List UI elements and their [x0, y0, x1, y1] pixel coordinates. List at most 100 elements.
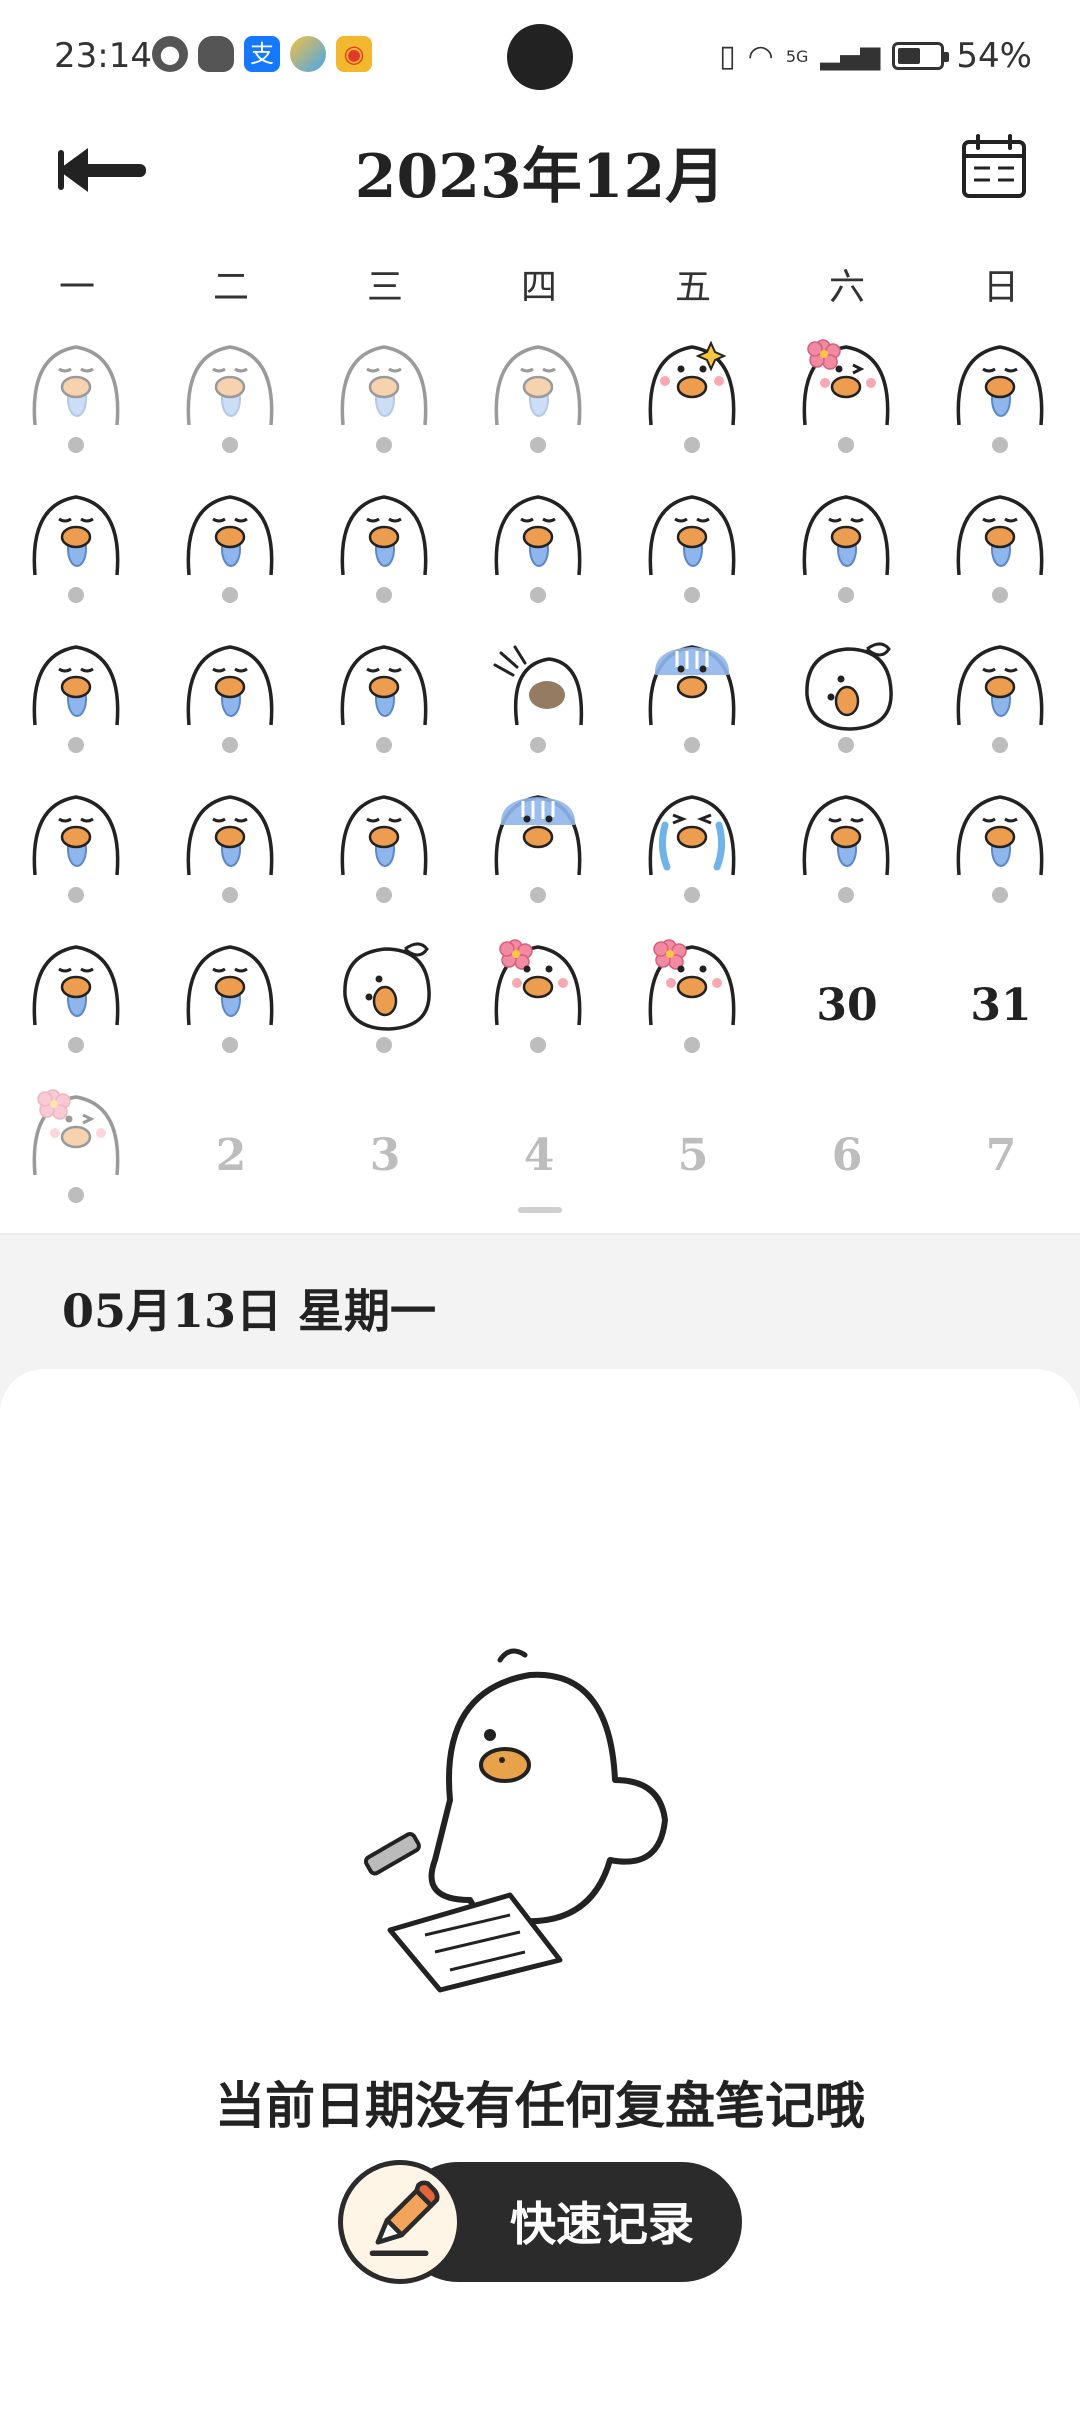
day-marker-dot	[530, 587, 546, 603]
calendar-day[interactable]	[924, 630, 1078, 780]
day-marker-dot	[68, 1187, 84, 1203]
day-marker-dot	[530, 437, 546, 453]
day-marker-dot	[684, 587, 700, 603]
day-marker-dot	[838, 887, 854, 903]
weekday-label: 六	[828, 267, 865, 308]
calendar-day[interactable]	[616, 930, 770, 1080]
calendar-day[interactable]	[0, 630, 154, 780]
calendar-day[interactable]: 30	[770, 930, 924, 1080]
calendar-day[interactable]	[770, 780, 924, 930]
day-marker-dot	[530, 887, 546, 903]
calendar-day[interactable]	[0, 1080, 154, 1230]
day-marker-dot	[376, 587, 392, 603]
wifi-icon: ◠	[747, 38, 774, 74]
calendar-day[interactable]: 3	[308, 1080, 462, 1230]
day-number: 4	[523, 1130, 555, 1181]
day-number: 5	[677, 1130, 709, 1181]
month-title[interactable]: 2023年12月	[0, 128, 1080, 215]
calendar-day[interactable]	[308, 930, 462, 1080]
calendar-day[interactable]	[0, 330, 154, 480]
calendar-day[interactable]	[308, 330, 462, 480]
front-camera	[507, 24, 573, 90]
day-marker-dot	[530, 737, 546, 753]
day-marker-dot	[68, 887, 84, 903]
day-marker-dot	[222, 437, 238, 453]
day-marker-dot	[376, 437, 392, 453]
calendar-day[interactable]	[308, 630, 462, 780]
calendar-day[interactable]	[616, 330, 770, 480]
calendar-day[interactable]	[0, 480, 154, 630]
quick-record-circle[interactable]	[338, 2160, 462, 2284]
day-marker-dot	[222, 1037, 238, 1053]
calendar-day[interactable]	[616, 480, 770, 630]
quick-record-label[interactable]: 快速记录	[510, 2188, 694, 2254]
calendar-day[interactable]	[770, 630, 924, 780]
calendar-day[interactable]: 7	[924, 1080, 1078, 1230]
weibo-icon: ◉	[336, 36, 372, 72]
day-marker-dot	[376, 887, 392, 903]
notification-icons: ● 支 ◉	[152, 36, 372, 72]
weekday-label: 五	[674, 267, 711, 308]
calendar-day[interactable]	[462, 480, 616, 630]
calendar-day[interactable]	[0, 780, 154, 930]
calendar-day[interactable]	[924, 480, 1078, 630]
day-marker-dot	[684, 1037, 700, 1053]
calendar-day[interactable]	[154, 330, 308, 480]
day-marker-dot	[376, 737, 392, 753]
signal-label: 5G	[785, 46, 809, 66]
calendar-day[interactable]	[616, 780, 770, 930]
weekday-label: 二	[212, 267, 249, 308]
empty-state-message: 当前日期没有任何复盘笔记哦	[215, 2076, 865, 2135]
day-marker-dot	[68, 437, 84, 453]
day-marker-dot	[222, 887, 238, 903]
calendar-day[interactable]	[154, 480, 308, 630]
weekday-label: 一	[58, 267, 95, 308]
calendar-day[interactable]	[924, 780, 1078, 930]
calendar-day[interactable]	[924, 330, 1078, 480]
day-marker-dot	[838, 437, 854, 453]
calendar-day[interactable]	[154, 780, 308, 930]
calendar-day[interactable]: 5	[616, 1080, 770, 1230]
day-marker-dot	[838, 587, 854, 603]
calendar-day[interactable]	[462, 330, 616, 480]
day-marker-dot	[992, 587, 1008, 603]
day-marker-dot	[684, 737, 700, 753]
calendar-day[interactable]: 31	[924, 930, 1078, 1080]
signal-icon: ▂▄▆	[820, 41, 881, 71]
calendar-day[interactable]	[308, 780, 462, 930]
calendar-day[interactable]	[154, 630, 308, 780]
drag-handle[interactable]	[518, 1207, 562, 1213]
day-marker-dot	[68, 1037, 84, 1053]
calendar-day[interactable]	[616, 630, 770, 780]
day-marker-dot	[992, 737, 1008, 753]
calendar-day[interactable]	[462, 780, 616, 930]
calendar-day[interactable]	[0, 930, 154, 1080]
calendar-day[interactable]	[770, 330, 924, 480]
calendar-day[interactable]	[154, 930, 308, 1080]
calendar-day[interactable]	[770, 480, 924, 630]
day-number: 6	[831, 1130, 863, 1181]
alipay-icon: 支	[244, 36, 280, 72]
pinwheel-icon	[290, 36, 326, 72]
wechat-icon: ●	[152, 36, 188, 72]
vibrate-icon: ▯	[719, 38, 736, 74]
calendar-day[interactable]	[462, 630, 616, 780]
quick-record-button[interactable]: 快速记录	[338, 2160, 742, 2284]
calendar-day[interactable]: 6	[770, 1080, 924, 1230]
status-right: ▯ ◠ 5G ▂▄▆ 54%	[719, 36, 1032, 76]
weekday-label: 四	[520, 267, 557, 308]
day-number: 2	[215, 1130, 247, 1181]
calendar-day[interactable]	[462, 930, 616, 1080]
calendar-icon[interactable]	[960, 132, 1028, 200]
calendar-day[interactable]: 2	[154, 1080, 308, 1230]
weekday-label: 日	[982, 267, 1019, 308]
day-marker-dot	[992, 437, 1008, 453]
calendar-day[interactable]	[308, 480, 462, 630]
day-marker-dot	[992, 887, 1008, 903]
day-marker-dot	[222, 737, 238, 753]
day-marker-dot	[684, 887, 700, 903]
duck-writing-illustration	[363, 1648, 668, 1993]
day-number: 31	[970, 980, 1032, 1031]
weekday-row: 一 二 三 四 五 六 日	[0, 258, 1080, 314]
selected-date-label: 05月13日 星期一	[62, 1284, 437, 1338]
